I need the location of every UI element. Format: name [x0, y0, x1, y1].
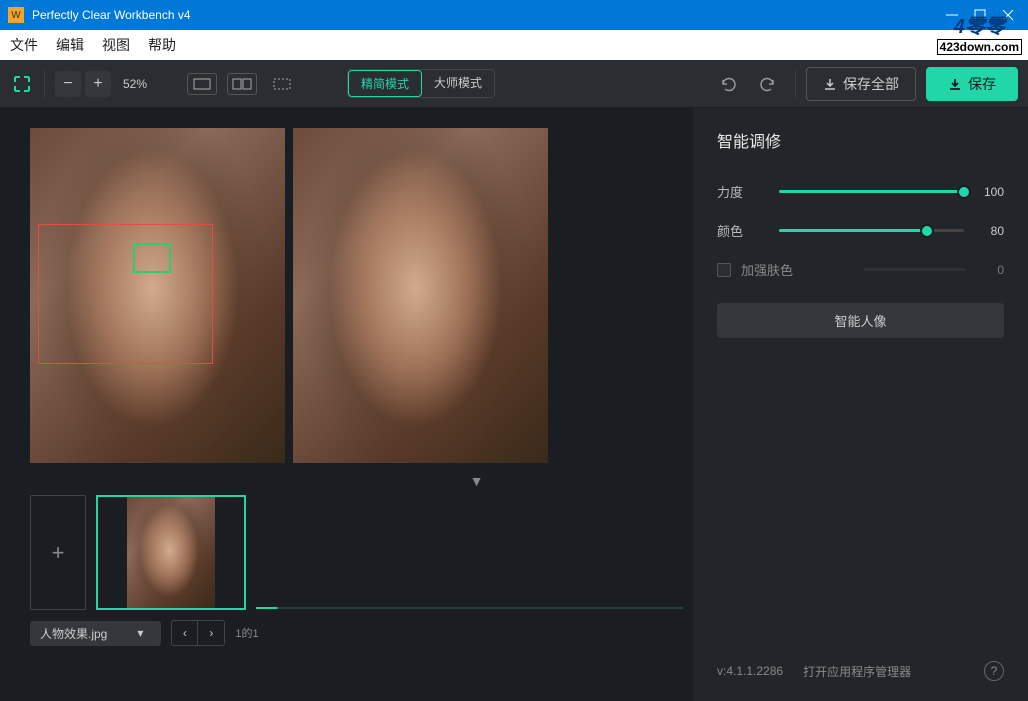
color-slider[interactable]: [779, 229, 964, 232]
enhance-skin-label: 加强肤色: [741, 260, 854, 279]
view-compare-button[interactable]: [267, 73, 297, 95]
strength-slider-row: 力度 100: [717, 182, 1004, 201]
menubar: 文件 编辑 视图 帮助 4零零 423down.com: [0, 30, 1028, 60]
dropdown-icon: ▾: [137, 626, 143, 640]
mode-master-button[interactable]: 大师模式: [422, 70, 494, 97]
file-selector[interactable]: 人物效果.jpg ▾: [30, 621, 161, 646]
mode-toggle: 精简模式 大师模式: [347, 69, 495, 98]
preview-after[interactable]: [293, 128, 548, 463]
eye-detection-rect: [133, 243, 171, 273]
save-label: 保存: [968, 74, 996, 94]
face-detection-rect: [38, 224, 213, 364]
view-single-button[interactable]: [187, 73, 217, 95]
undo-button[interactable]: [711, 68, 743, 100]
color-slider-row: 颜色 80: [717, 221, 1004, 240]
save-all-label: 保存全部: [843, 74, 899, 94]
window-title: Perfectly Clear Workbench v4: [32, 8, 940, 22]
toolbar: − + 52% 精简模式 大师模式 保存全部 保存: [0, 60, 1028, 108]
enhance-skin-row: 加强肤色 0: [717, 260, 1004, 279]
prev-image-button[interactable]: ‹: [172, 621, 198, 645]
next-image-button[interactable]: ›: [198, 621, 224, 645]
version-label: v:4.1.1.2286: [717, 664, 783, 678]
page-counter: 1的1: [235, 625, 258, 641]
open-app-manager-link[interactable]: 打开应用程序管理器: [803, 663, 911, 680]
main-area: ▼ + 人物效果.jpg ▾ ‹ › 1的1 智能调修 力度: [0, 108, 1028, 701]
preview-before[interactable]: [30, 128, 285, 463]
strength-label: 力度: [717, 182, 767, 201]
watermark: 4零零 423down.com: [937, 10, 1022, 55]
zoom-controls: − + 52%: [55, 71, 147, 97]
app-icon: W: [8, 7, 24, 23]
window-titlebar: W Perfectly Clear Workbench v4: [0, 0, 1028, 30]
separator: [44, 70, 45, 98]
strength-slider[interactable]: [779, 190, 964, 193]
enhance-skin-slider: [864, 268, 966, 271]
crop-icon[interactable]: [10, 72, 34, 96]
download-icon: [948, 77, 962, 91]
filmstrip-scrollbar[interactable]: [256, 607, 683, 609]
preview-row: [30, 128, 683, 463]
menu-edit[interactable]: 编辑: [56, 35, 84, 55]
help-icon[interactable]: ?: [984, 661, 1004, 681]
separator: [795, 70, 796, 98]
ai-portrait-button[interactable]: 智能人像: [717, 303, 1004, 338]
download-icon: [823, 77, 837, 91]
bottom-bar: 人物效果.jpg ▾ ‹ › 1的1: [30, 620, 683, 646]
save-all-button[interactable]: 保存全部: [806, 67, 916, 101]
watermark-logo: 4零零: [937, 10, 1022, 39]
filename-label: 人物效果.jpg: [40, 625, 107, 642]
collapse-filmstrip-icon[interactable]: ▼: [270, 473, 683, 489]
zoom-out-button[interactable]: −: [55, 71, 81, 97]
enhance-skin-value: 0: [976, 263, 1004, 277]
menu-help[interactable]: 帮助: [148, 35, 176, 55]
color-value: 80: [976, 224, 1004, 238]
watermark-url: 423down.com: [937, 39, 1022, 55]
view-split-button[interactable]: [227, 73, 257, 95]
menu-view[interactable]: 视图: [102, 35, 130, 55]
redo-button[interactable]: [753, 68, 785, 100]
enhance-skin-checkbox[interactable]: [717, 263, 731, 277]
mode-simple-button[interactable]: 精简模式: [348, 70, 422, 97]
zoom-in-button[interactable]: +: [85, 71, 111, 97]
panel-footer: v:4.1.1.2286 打开应用程序管理器 ?: [717, 661, 1004, 681]
filmstrip: +: [30, 495, 683, 610]
strength-value: 100: [976, 185, 1004, 199]
save-button[interactable]: 保存: [926, 67, 1018, 101]
menu-file[interactable]: 文件: [10, 35, 38, 55]
nav-group: ‹ ›: [171, 620, 225, 646]
adjustments-panel: 智能调修 力度 100 颜色 80 加强肤色 0 智能人像 v: [693, 108, 1028, 701]
color-label: 颜色: [717, 221, 767, 240]
add-image-button[interactable]: +: [30, 495, 86, 610]
panel-title: 智能调修: [717, 128, 1004, 152]
zoom-value: 52%: [123, 77, 147, 91]
thumbnail-selected[interactable]: [96, 495, 246, 610]
canvas-area: ▼ + 人物效果.jpg ▾ ‹ › 1的1: [0, 108, 693, 701]
